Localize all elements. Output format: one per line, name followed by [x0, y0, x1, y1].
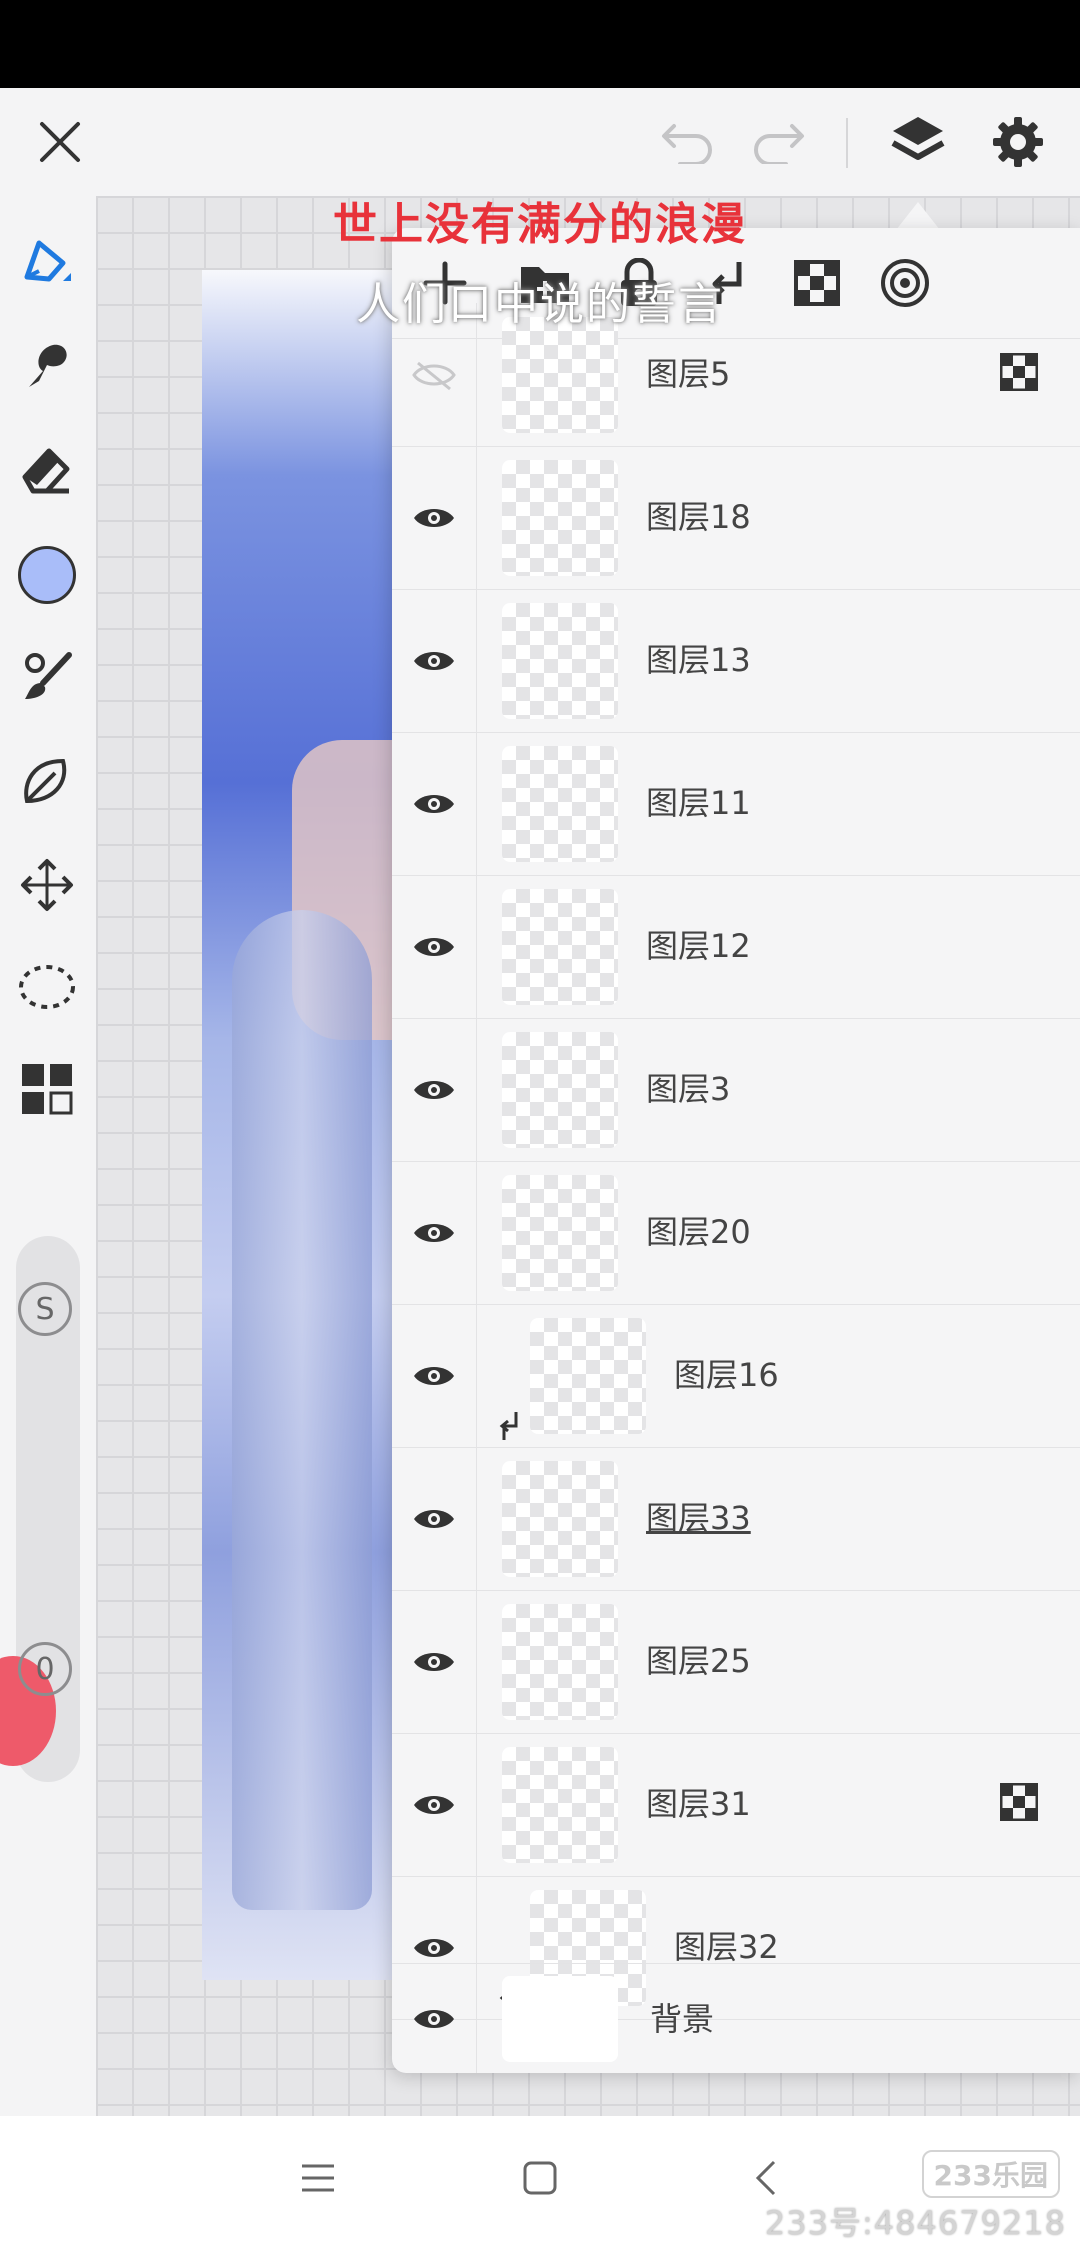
layer-name: 图层11 — [646, 784, 751, 822]
color-swatch[interactable] — [14, 542, 80, 608]
visibility-eye-icon[interactable] — [392, 875, 477, 1018]
opacity-indicator: 0 — [18, 1642, 72, 1696]
layer-row-background[interactable]: 背景 — [392, 1963, 1080, 2073]
alpha-locked-icon — [999, 1782, 1039, 1822]
layer-name: 图层31 — [646, 1785, 751, 1823]
eraser-icon[interactable] — [14, 436, 80, 502]
layer-row[interactable]: 图层12 — [392, 875, 1080, 1019]
layer-thumbnail — [502, 1976, 618, 2062]
lasso-fill-icon[interactable] — [14, 748, 80, 814]
top-toolbar — [0, 88, 1080, 196]
layer-name: 图层13 — [646, 641, 751, 679]
size-indicator: S — [18, 1282, 72, 1336]
visibility-eye-icon[interactable] — [392, 1018, 477, 1161]
settings-icon[interactable] — [980, 102, 1056, 182]
layer-name: 图层3 — [646, 1070, 731, 1108]
undo-icon[interactable] — [652, 106, 724, 178]
status-bar — [0, 0, 1080, 88]
grid-icon[interactable] — [14, 1056, 80, 1122]
layer-row[interactable]: 图层13 — [392, 589, 1080, 733]
layer-row[interactable]: 图层31 — [392, 1733, 1080, 1877]
layer-name: 背景 — [650, 2000, 715, 2038]
visibility-eye-icon[interactable] — [392, 446, 477, 589]
visibility-eye-icon[interactable] — [392, 1161, 477, 1304]
layer-name: 图层12 — [646, 927, 751, 965]
layer-row[interactable]: 图层11 — [392, 732, 1080, 876]
layer-thumbnail — [502, 603, 618, 719]
layer-thumbnail — [502, 1747, 618, 1863]
layer-thumbnail — [502, 460, 618, 576]
layer-row[interactable]: 图层20 — [392, 1161, 1080, 1305]
visibility-eye-icon[interactable] — [392, 1304, 477, 1447]
redo-icon[interactable] — [742, 106, 814, 178]
layer-name: 图层18 — [646, 498, 751, 536]
layer-name: 图层25 — [646, 1642, 751, 1680]
selection-icon[interactable] — [14, 954, 80, 1020]
visibility-eye-icon[interactable] — [392, 732, 477, 875]
left-toolbar: S 0 — [0, 196, 96, 2116]
visibility-eye-icon[interactable] — [392, 1447, 477, 1590]
watermark-logo: 233乐园 — [921, 2150, 1060, 2198]
layer-name: 图层20 — [646, 1213, 751, 1251]
clip-indicator-icon — [496, 1410, 522, 1442]
close-icon[interactable] — [24, 106, 96, 178]
layer-name: 图层16 — [674, 1356, 779, 1394]
size-label: S — [35, 1291, 55, 1327]
menu-icon[interactable] — [286, 2146, 350, 2210]
opacity-label: 0 — [35, 1651, 55, 1687]
layer-thumbnail — [502, 746, 618, 862]
artwork-hair — [232, 910, 372, 1910]
visibility-eye-icon[interactable] — [392, 1733, 477, 1876]
layer-thumbnail — [502, 1032, 618, 1148]
watermark-id: 233号:484679218 — [764, 2204, 1066, 2242]
layer-row[interactable]: 图层3 — [392, 1018, 1080, 1162]
layer-row[interactable]: 图层16 — [392, 1304, 1080, 1448]
layer-thumbnail — [530, 1318, 646, 1434]
layers-icon[interactable] — [880, 102, 956, 182]
visibility-toggle[interactable] — [392, 1964, 477, 2073]
artwork-image — [202, 270, 402, 1980]
layers-panel: 图层5 图层18 图层13 图层11 图层12 图层3 图层20 图层16 图层33 图层25 图层… — [392, 228, 1080, 2073]
layer-row[interactable]: 图层18 — [392, 446, 1080, 590]
lyric-title: 世上没有满分的浪漫 — [333, 199, 747, 250]
layer-row[interactable]: 图层33 — [392, 1447, 1080, 1591]
visibility-eye-icon[interactable] — [392, 589, 477, 732]
smudge-icon[interactable] — [14, 332, 80, 398]
alpha-locked-icon — [999, 352, 1039, 392]
brush-icon[interactable] — [14, 644, 80, 710]
layer-row[interactable]: 图层25 — [392, 1590, 1080, 1734]
layer-thumbnail — [502, 317, 618, 433]
visibility-eye-icon[interactable] — [392, 1590, 477, 1733]
layer-thumbnail — [502, 1175, 618, 1291]
layer-thumbnail — [502, 889, 618, 1005]
layer-thumbnail — [502, 1604, 618, 1720]
layer-thumbnail — [502, 1461, 618, 1577]
transform-icon[interactable] — [14, 852, 80, 918]
lyric-subtitle: 人们口中说的誓言 — [356, 279, 724, 330]
toolbar-divider — [846, 118, 848, 168]
home-icon[interactable] — [508, 2146, 572, 2210]
layer-name: 图层33 — [646, 1499, 751, 1537]
